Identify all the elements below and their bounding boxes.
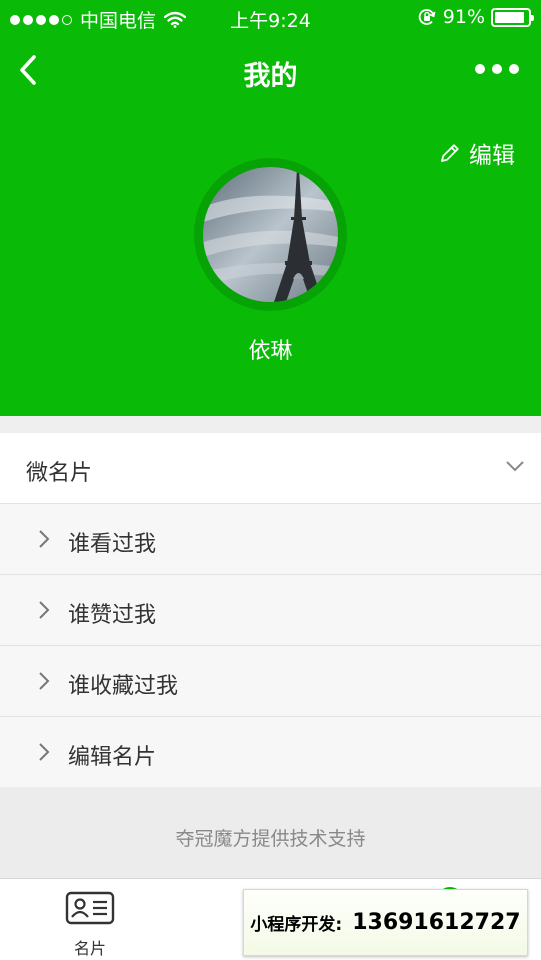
- list-item-viewed-me[interactable]: 谁看过我: [0, 504, 541, 575]
- promo-label: 小程序开发:: [250, 915, 343, 935]
- navigation-bar: 我的: [0, 36, 541, 106]
- tab-card-label: 名片: [73, 939, 106, 958]
- status-right: 91%: [417, 6, 534, 28]
- list-item-favorited-me[interactable]: 谁收藏过我: [0, 646, 541, 717]
- business-card-icon: [65, 891, 115, 925]
- promo-phone: 13691612727: [352, 910, 521, 935]
- tech-support-note: 夺冠魔方提供技术支持: [0, 787, 541, 878]
- chevron-right-icon: [39, 530, 50, 548]
- avatar-image: [203, 167, 338, 302]
- card-section-header[interactable]: 微名片: [0, 433, 541, 504]
- chevron-right-icon: [39, 601, 50, 619]
- profile-name: 依琳: [248, 339, 293, 364]
- list-item-label: 谁赞过我: [68, 603, 157, 628]
- avatar[interactable]: [194, 158, 347, 311]
- promo-banner: 小程序开发: 13691612727: [243, 889, 528, 956]
- edit-profile-label: 编辑: [469, 143, 515, 169]
- chevron-right-icon: [39, 672, 50, 690]
- rotation-lock-icon: [418, 9, 436, 25]
- battery-level: [495, 11, 525, 23]
- list-item-edit-card[interactable]: 编辑名片: [0, 717, 541, 788]
- chevron-down-icon: [506, 461, 524, 472]
- list-item-label: 谁收藏过我: [68, 674, 179, 699]
- edit-profile-button[interactable]: 编辑: [439, 136, 515, 170]
- tab-card[interactable]: 名片: [40, 891, 140, 959]
- list-item-liked-me[interactable]: 谁赞过我: [0, 575, 541, 646]
- chevron-right-icon: [39, 743, 50, 761]
- battery-percent: 91%: [442, 6, 485, 28]
- list-item-label: 谁看过我: [68, 532, 157, 557]
- page-title: 我的: [243, 61, 298, 92]
- profile-header: 中国电信 上午9:24 91% 我的 编辑 依琳: [0, 0, 541, 416]
- status-bar: 中国电信 上午9:24 91%: [0, 0, 541, 36]
- list-item-label: 编辑名片: [68, 745, 157, 770]
- battery-icon: [491, 7, 534, 27]
- ellipsis-icon[interactable]: [475, 64, 519, 74]
- card-section-title: 微名片: [26, 461, 93, 486]
- pencil-icon: [441, 144, 459, 162]
